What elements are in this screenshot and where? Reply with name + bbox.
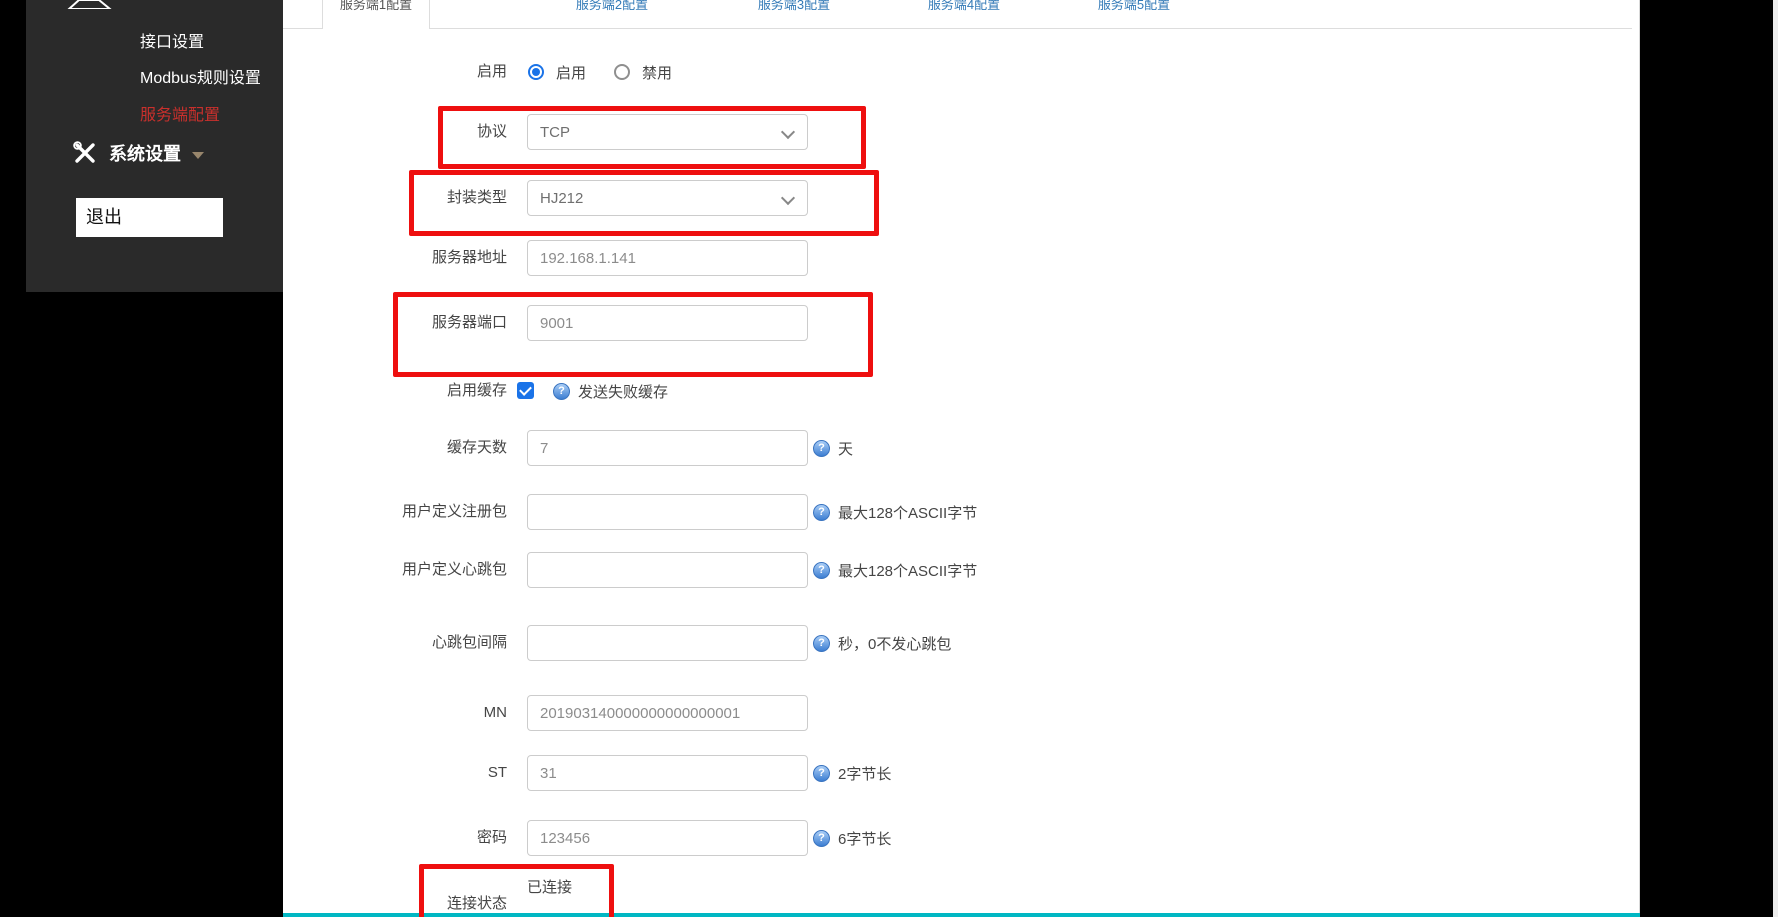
register-packet-row: 用户定义注册包 ? 最大128个ASCII字节 bbox=[283, 494, 1623, 530]
chevron-down-icon bbox=[192, 152, 204, 159]
hint-text: 发送失败缓存 bbox=[578, 381, 668, 402]
mn-input[interactable] bbox=[527, 695, 808, 731]
chevron-down-icon bbox=[781, 125, 795, 139]
field-label: ST bbox=[283, 755, 507, 791]
select-value: TCP bbox=[540, 124, 570, 141]
cache-days-input[interactable] bbox=[527, 430, 808, 466]
tools-icon bbox=[72, 140, 98, 166]
chevron-down-icon bbox=[781, 191, 795, 205]
server-address-row: 服务器地址 bbox=[283, 240, 1623, 276]
cache-checkbox[interactable] bbox=[517, 382, 534, 399]
logout-button[interactable]: 退出 bbox=[76, 198, 223, 237]
enable-radio-on[interactable] bbox=[528, 64, 544, 80]
help-icon[interactable]: ? bbox=[813, 765, 830, 782]
password-row: 密码 ? 6字节长 bbox=[283, 820, 1623, 856]
connection-status-row: 连接状态 已连接 bbox=[283, 868, 1623, 913]
connection-status-value: 已连接 bbox=[527, 876, 572, 897]
field-label: 连接状态 bbox=[283, 892, 507, 913]
radio-option-label: 禁用 bbox=[642, 62, 672, 83]
field-label: 封装类型 bbox=[283, 180, 507, 216]
field-label: 密码 bbox=[283, 820, 507, 856]
field-hint: ? 秒，0不发心跳包 bbox=[813, 625, 951, 661]
st-row: ST ? 2字节长 bbox=[283, 755, 1623, 791]
hint-text: 6字节长 bbox=[838, 828, 891, 849]
tab-bar: 服务端1配置 服务端2配置 服务端3配置 服务端4配置 服务端5配置 bbox=[283, 0, 1632, 29]
tab-server5[interactable]: 服务端5配置 bbox=[1089, 0, 1179, 13]
hint-text: 2字节长 bbox=[838, 763, 891, 784]
help-icon[interactable]: ? bbox=[813, 440, 830, 457]
field-label: 启用 bbox=[283, 54, 507, 90]
encapsulation-row: 封装类型 HJ212 bbox=[283, 180, 1623, 216]
page: 接口设置 Modbus规则设置 服务端配置 系统设置 退出 服务端1配置 服务端… bbox=[0, 0, 1778, 917]
field-hint: ? 发送失败缓存 bbox=[553, 373, 668, 409]
field-hint: ? 最大128个ASCII字节 bbox=[813, 494, 977, 530]
sidebar-item-server-config[interactable]: 服务端配置 bbox=[140, 101, 220, 125]
server-address-input[interactable] bbox=[527, 240, 808, 276]
enable-cache-row: 启用缓存 ? 发送失败缓存 bbox=[283, 373, 1623, 409]
help-icon[interactable]: ? bbox=[813, 830, 830, 847]
heartbeat-packet-row: 用户定义心跳包 ? 最大128个ASCII字节 bbox=[283, 552, 1623, 588]
logo-partial-icon bbox=[66, 0, 114, 9]
cache-days-row: 缓存天数 ? 天 bbox=[283, 430, 1623, 466]
encapsulation-select[interactable]: HJ212 bbox=[527, 180, 808, 216]
enable-radio-off[interactable] bbox=[614, 64, 630, 80]
heartbeat-packet-input[interactable] bbox=[527, 552, 808, 588]
field-label: 用户定义注册包 bbox=[283, 494, 507, 530]
sidebar-item-modbus-rules[interactable]: Modbus规则设置 bbox=[140, 64, 261, 88]
select-value: HJ212 bbox=[540, 190, 583, 207]
protocol-row: 协议 TCP bbox=[283, 114, 1623, 150]
st-input[interactable] bbox=[527, 755, 808, 791]
field-label: 服务器端口 bbox=[283, 305, 507, 341]
mn-row: MN bbox=[283, 695, 1623, 731]
bottom-teal-bar bbox=[283, 913, 1640, 917]
enable-radio-group: 启用 禁用 bbox=[528, 54, 700, 90]
main-content: 服务端1配置 服务端2配置 服务端3配置 服务端4配置 服务端5配置 启用 启用… bbox=[283, 0, 1640, 913]
hint-text: 天 bbox=[838, 438, 853, 459]
field-label: 心跳包间隔 bbox=[283, 625, 507, 661]
field-label: 缓存天数 bbox=[283, 430, 507, 466]
field-label: 用户定义心跳包 bbox=[283, 552, 507, 588]
field-label: 协议 bbox=[283, 114, 507, 150]
hint-text: 最大128个ASCII字节 bbox=[838, 502, 977, 523]
screen-right-edge bbox=[1773, 0, 1778, 917]
tab-server3[interactable]: 服务端3配置 bbox=[749, 0, 839, 13]
radio-option-label: 启用 bbox=[556, 62, 586, 83]
password-input[interactable] bbox=[527, 820, 808, 856]
sidebar-item-interface-settings[interactable]: 接口设置 bbox=[140, 28, 204, 52]
sidebar-item-label: 系统设置 bbox=[109, 140, 181, 166]
hint-text: 秒，0不发心跳包 bbox=[838, 633, 951, 654]
sidebar: 接口设置 Modbus规则设置 服务端配置 系统设置 退出 bbox=[26, 0, 283, 292]
tab-server4[interactable]: 服务端4配置 bbox=[919, 0, 1009, 13]
sidebar-section-system-settings[interactable]: 系统设置 bbox=[72, 140, 204, 166]
heartbeat-interval-row: 心跳包间隔 ? 秒，0不发心跳包 bbox=[283, 625, 1623, 661]
protocol-select[interactable]: TCP bbox=[527, 114, 808, 150]
heartbeat-interval-input[interactable] bbox=[527, 625, 808, 661]
tab-server1[interactable]: 服务端1配置 bbox=[322, 0, 430, 29]
server-port-row: 服务器端口 bbox=[283, 305, 1623, 341]
field-hint: ? 2字节长 bbox=[813, 755, 891, 791]
help-icon[interactable]: ? bbox=[813, 635, 830, 652]
server-port-input[interactable] bbox=[527, 305, 808, 341]
help-icon[interactable]: ? bbox=[553, 383, 570, 400]
help-icon[interactable]: ? bbox=[813, 562, 830, 579]
help-icon[interactable]: ? bbox=[813, 504, 830, 521]
field-hint: ? 最大128个ASCII字节 bbox=[813, 552, 977, 588]
tab-label: 服务端1配置 bbox=[323, 0, 429, 13]
field-label: 服务器地址 bbox=[283, 240, 507, 276]
tab-server2[interactable]: 服务端2配置 bbox=[567, 0, 657, 13]
register-packet-input[interactable] bbox=[527, 494, 808, 530]
field-hint: ? 天 bbox=[813, 430, 853, 466]
field-hint: ? 6字节长 bbox=[813, 820, 891, 856]
field-label: 启用缓存 bbox=[283, 373, 507, 409]
enable-row: 启用 启用 禁用 bbox=[283, 54, 1623, 90]
hint-text: 最大128个ASCII字节 bbox=[838, 560, 977, 581]
field-label: MN bbox=[283, 695, 507, 731]
